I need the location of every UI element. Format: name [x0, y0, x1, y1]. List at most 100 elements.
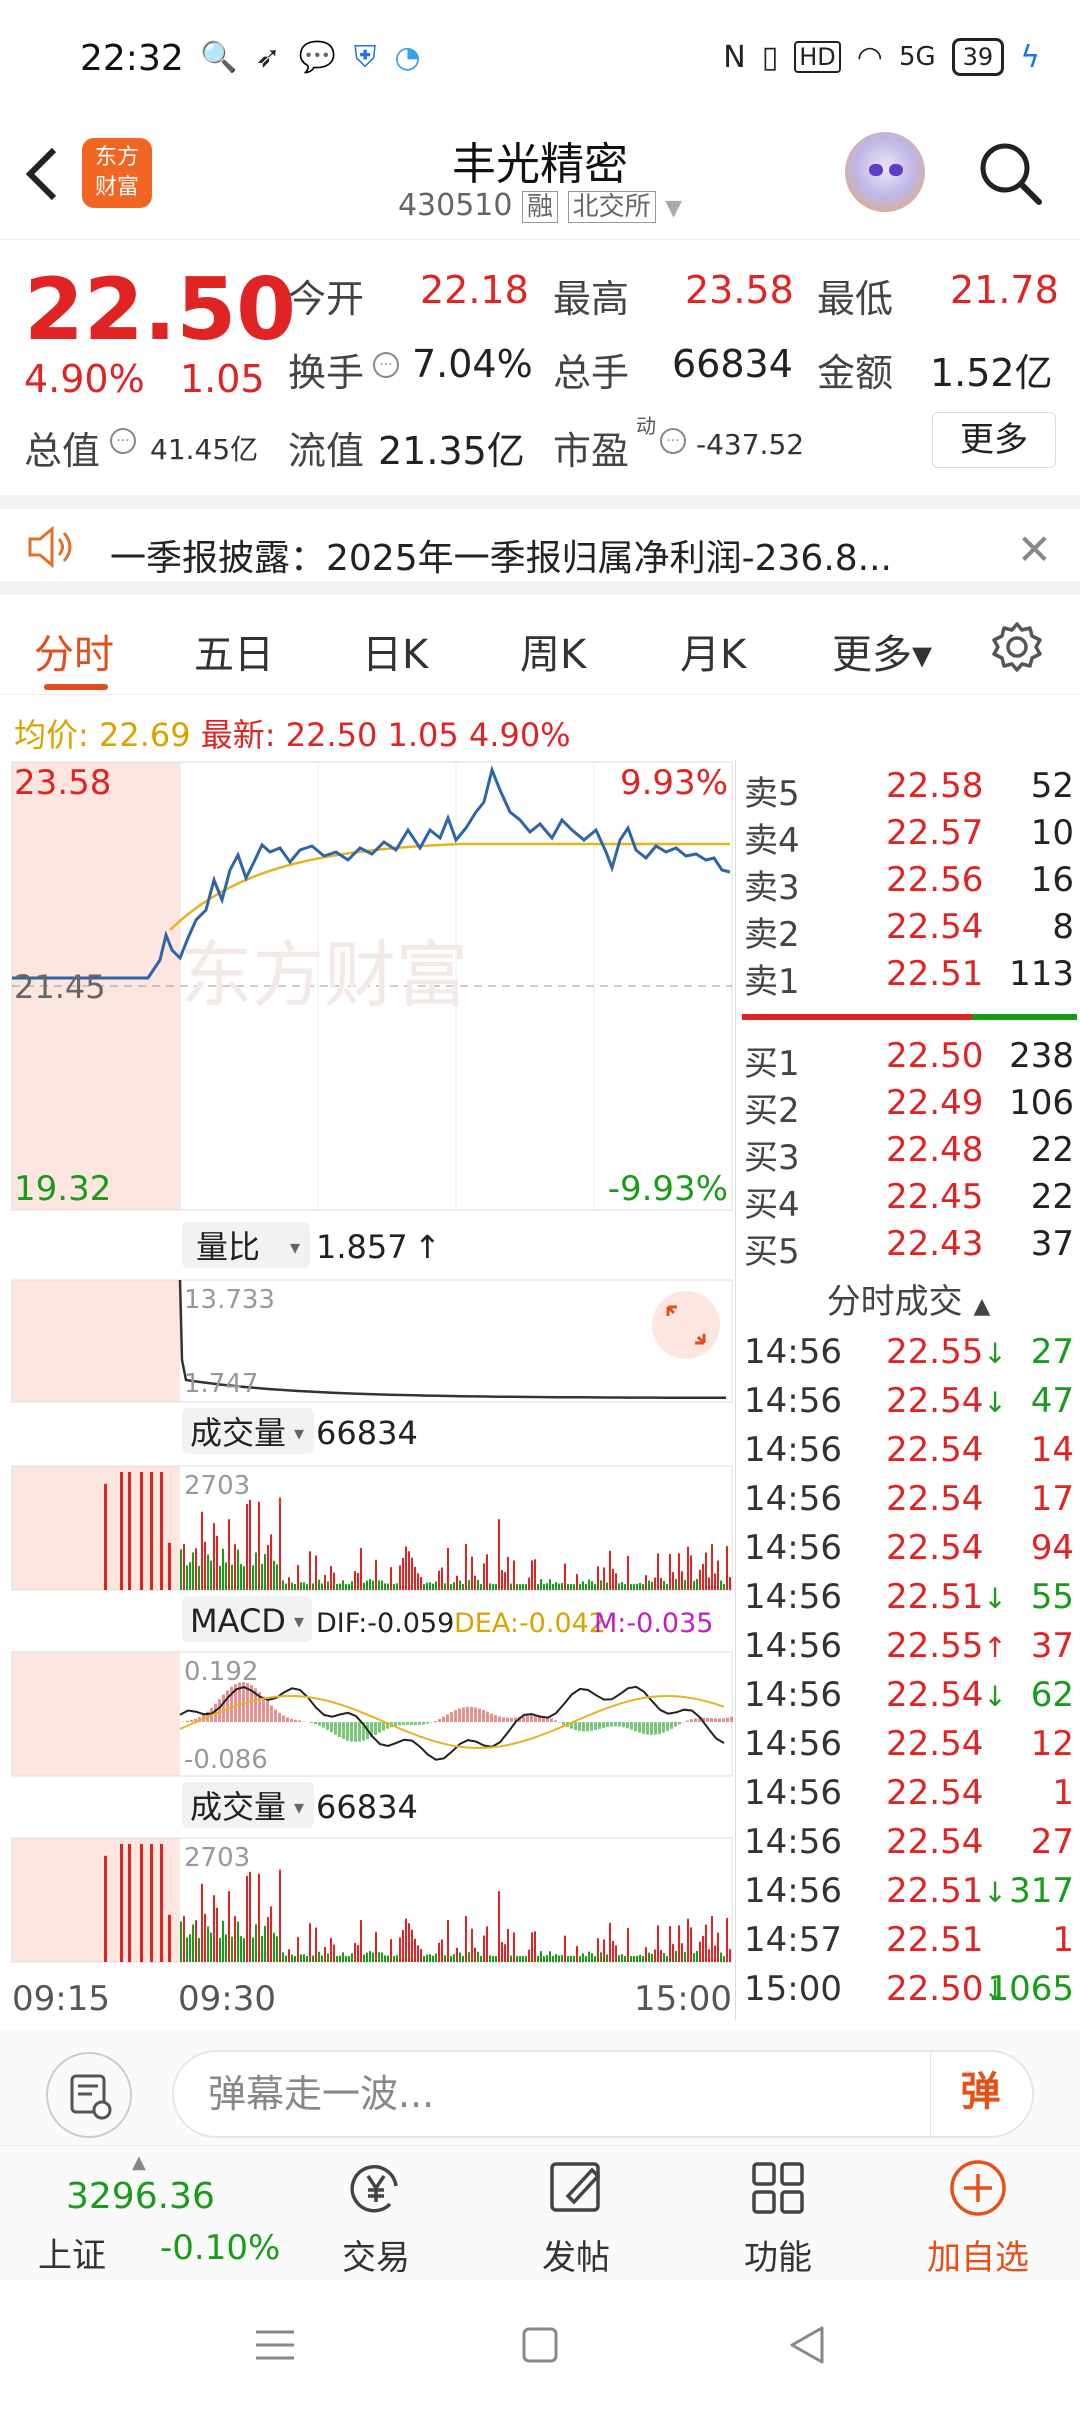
hd-icon: HD — [794, 41, 841, 73]
volume-bar — [705, 1552, 707, 1590]
close-icon[interactable]: ✕ — [1017, 525, 1052, 574]
volume-bar — [282, 1580, 284, 1590]
volume-bar — [294, 1955, 296, 1962]
tab-weekly-k[interactable]: 周K — [520, 622, 586, 680]
ai-robot-avatar-icon[interactable] — [845, 132, 925, 212]
trades-title[interactable]: 分时成交 ▲ — [736, 1274, 1080, 1323]
macd-bar — [666, 1722, 669, 1731]
menu-icon[interactable] — [250, 2320, 300, 2374]
bid-row[interactable]: 买4 22.45 22 — [744, 1177, 1074, 1225]
volume-bar — [615, 1573, 617, 1590]
ask-row[interactable]: 卖1 22.51 113 — [744, 954, 1074, 1002]
ask-row[interactable]: 卖2 22.54 8 — [744, 907, 1074, 955]
volume-bar — [645, 1947, 647, 1962]
macd-selector-label[interactable]: MACD — [190, 1602, 286, 1640]
trade-volume: 94 — [1030, 1528, 1074, 1568]
open-value: 22.18 — [420, 268, 529, 312]
volume-bar — [303, 1582, 305, 1590]
nav-add-watchlist[interactable]: 加自选 — [898, 2156, 1058, 2279]
nav-trade[interactable]: 交易 — [296, 2156, 456, 2279]
bid-row[interactable]: 买5 22.43 37 — [744, 1224, 1074, 1272]
nav-post[interactable]: 发帖 — [496, 2156, 656, 2279]
volume-bar — [504, 1944, 506, 1962]
home-square-icon[interactable] — [515, 2320, 565, 2374]
bid-row[interactable]: 买1 22.50 238 — [744, 1036, 1074, 1084]
volume-bar — [318, 1951, 320, 1962]
float-cap-value: 21.35亿 — [378, 429, 525, 473]
status-bar: 22:32 🔍 ➶ 💬 ⛨ ◔ N ▯ HD ◠ 5G 39 ϟ — [0, 0, 1080, 120]
order-book: 卖5 22.58 52 卖4 22.57 10 卖3 22.56 16 卖2 22.54 8 卖1 22.… — [735, 760, 1080, 2020]
volume-bar — [573, 1584, 575, 1590]
volume-bar — [609, 1550, 611, 1590]
volume2-value: 66834 — [316, 1788, 418, 1826]
gear-icon[interactable] — [990, 620, 1044, 674]
macd-bar — [266, 1701, 269, 1722]
turnover-info-icon[interactable]: ··· — [373, 352, 399, 378]
ask-level-label: 卖1 — [744, 962, 800, 1002]
volume-bar — [693, 1953, 695, 1962]
volume2-selector-label[interactable]: 成交量 — [190, 1788, 286, 1826]
volume-bar — [567, 1583, 569, 1590]
volume-bar — [504, 1572, 506, 1590]
tab-intraday[interactable]: 分时 — [34, 622, 114, 680]
tab-monthly-k[interactable]: 月K — [680, 622, 746, 680]
volume-bar — [128, 1472, 131, 1590]
volume-bar — [249, 1499, 251, 1590]
open-label: 今开 — [288, 277, 365, 321]
intraday-chart-svg[interactable]: 东方财富 23.58 21.45 19.32 9.93% -9.93% 量比 ▾… — [0, 760, 735, 2020]
volume-bar — [642, 1584, 644, 1590]
pe-info-icon[interactable]: ··· — [660, 428, 686, 454]
ask-row[interactable]: 卖5 22.58 52 — [744, 766, 1074, 814]
index-change[interactable]: -0.10% — [160, 2228, 280, 2268]
bid-level-label: 买2 — [744, 1091, 800, 1131]
search-icon[interactable] — [975, 138, 1045, 208]
chart-area[interactable]: 东方财富 23.58 21.45 19.32 9.93% -9.93% 量比 ▾… — [0, 760, 735, 2020]
trade-price: 22.54↓ — [886, 1675, 1007, 1715]
volume-selector-label[interactable]: 成交量 — [190, 1414, 286, 1452]
danmu-toggle-button[interactable]: 弹 — [930, 2050, 1030, 2136]
volume-bar — [339, 1583, 341, 1590]
volume-bar — [606, 1954, 608, 1962]
trade-price-text: 22.54 — [886, 1822, 984, 1862]
macd-bar — [458, 1708, 461, 1722]
volume-bar — [357, 1944, 359, 1962]
expand-icon-bg[interactable] — [652, 1291, 720, 1359]
back-triangle-icon[interactable] — [782, 2320, 832, 2374]
market-cap-info-icon[interactable]: ··· — [110, 428, 136, 454]
announcement-bar[interactable]: 一季报披露：2025年一季报归属净利润-236.8... ✕ — [0, 495, 1080, 595]
macd-bar — [562, 1722, 565, 1725]
volume-bar — [198, 1565, 200, 1590]
ask-row[interactable]: 卖4 22.57 10 — [744, 813, 1074, 861]
trade-time: 15:00 — [744, 1969, 842, 2009]
more-quote-button[interactable]: 更多 — [932, 412, 1056, 468]
volume-bar — [708, 1577, 710, 1590]
index-name[interactable]: 上证 — [38, 2228, 106, 2277]
bid-row[interactable]: 买2 22.49 106 — [744, 1083, 1074, 1131]
tab-daily-k[interactable]: 日K — [362, 622, 428, 680]
volume-bar — [261, 1563, 263, 1590]
index-value[interactable]: 3296.36 — [66, 2176, 215, 2217]
nav-functions[interactable]: 功能 — [698, 2156, 858, 2279]
bid-level-label: 买4 — [744, 1185, 800, 1225]
ask-volume: 113 — [1009, 954, 1074, 994]
bid-row[interactable]: 买3 22.48 22 — [744, 1130, 1074, 1178]
ask-level-label: 卖4 — [744, 821, 800, 861]
trade-direction-icon: ↓ — [983, 1337, 1007, 1370]
volume-bar — [534, 1931, 536, 1962]
danmu-input[interactable]: 弹幕走一波... — [172, 2050, 1034, 2138]
volume-bar — [513, 1932, 515, 1962]
tab-five-day[interactable]: 五日 — [194, 622, 274, 680]
volume-bar — [306, 1956, 308, 1962]
notes-icon[interactable] — [46, 2052, 132, 2138]
tab-more[interactable]: 更多▾ — [832, 622, 932, 680]
trade-price: 22.55↑ — [886, 1626, 1007, 1666]
ratio-selector-label[interactable]: 量比 — [196, 1228, 260, 1266]
volume-bar — [639, 1582, 641, 1590]
volume-bar — [702, 1935, 704, 1962]
volume-bar — [417, 1945, 419, 1962]
nav-trade-label: 交易 — [342, 2238, 410, 2278]
latest-pct: 4.90% — [468, 716, 571, 754]
volume-bar — [588, 1951, 590, 1962]
ask-row[interactable]: 卖3 22.56 16 — [744, 860, 1074, 908]
volume-bar — [160, 1844, 163, 1962]
